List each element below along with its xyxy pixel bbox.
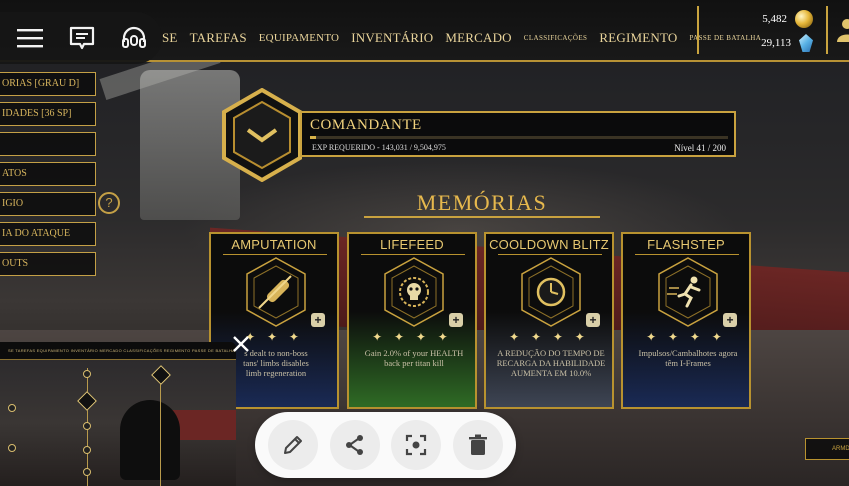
nav-item[interactable]: CLASSIFICAÇÕES — [524, 34, 588, 42]
memory-card-description: A REDUÇÃO DO TEMPO DE RECARGA DA HABILID… — [492, 348, 610, 378]
memories-title: MEMÓRIAS — [416, 190, 548, 215]
rank-badge-icon — [222, 88, 302, 182]
top-bar-divider — [697, 6, 699, 54]
desc-line: back per titan kill — [384, 358, 444, 368]
upgrade-plus-button[interactable]: + — [723, 313, 737, 327]
left-toolbar — [0, 12, 162, 64]
card-name-divider — [635, 254, 739, 255]
running-figure-icon — [658, 257, 718, 327]
memory-card-flashstep[interactable]: FLASHSTEP + ✦ ✦ ✦ ✦ Impulsos/Cambalhotes… — [621, 232, 751, 409]
exp-progress-fill — [310, 136, 317, 139]
share-icon — [345, 435, 363, 455]
gold-counter: 5,482 — [723, 10, 813, 28]
gold-amount: 5,482 — [762, 13, 787, 25]
memory-card-name: FLASHSTEP — [647, 237, 725, 252]
gold-coin-icon — [795, 10, 813, 28]
side-menu-item[interactable]: ORIAS [GRAU D] — [0, 72, 96, 96]
gem-icon — [799, 34, 813, 52]
desc-line: Gain 2.0% of your HEALTH — [364, 348, 464, 358]
memory-card-name: AMPUTATION — [231, 237, 317, 252]
side-menu-item[interactable]: IGIO — [0, 192, 96, 216]
commander-panel: COMANDANTE EXP REQUERIDO - 143,031 / 9,5… — [300, 111, 736, 157]
upgrade-plus-button[interactable]: + — [311, 313, 325, 327]
share-button[interactable] — [329, 420, 380, 470]
nav-item[interactable]: SE — [162, 30, 178, 46]
side-menu-item[interactable]: IDADES [36 SP] — [0, 102, 96, 126]
level-label: Nível 41 / 200 — [674, 143, 726, 153]
thumbnail-scene — [0, 360, 236, 486]
memory-card-description: Gain 2.0% of your HEALTH back per titan … — [355, 348, 473, 368]
skill-node-major — [77, 391, 97, 411]
skill-node — [83, 422, 91, 430]
memory-card-name: LIFEFEED — [380, 237, 444, 252]
skill-node — [8, 444, 16, 452]
nav-item[interactable]: INVENTÁRIO — [351, 30, 433, 46]
side-menu: ORIAS [GRAU D] IDADES [36 SP] ATOS IGIO IA D… — [0, 72, 96, 282]
desc-line: AUMENTA EM 10.0% — [510, 368, 592, 378]
trash-icon — [468, 434, 487, 455]
desc-line: Impulsos/Cambalhotes agora — [638, 348, 738, 358]
clock-icon — [521, 257, 581, 327]
nav-item[interactable]: TAREFAS — [190, 30, 247, 46]
delete-button[interactable] — [452, 420, 503, 470]
scroll-sword-icon — [246, 257, 306, 327]
edit-button[interactable] — [268, 420, 318, 470]
close-icon[interactable] — [229, 332, 253, 356]
screenshot-action-bar — [255, 412, 516, 478]
feedback-button[interactable] — [68, 24, 96, 52]
card-name-divider — [223, 254, 327, 255]
thumbnail-topbar: SE TAREFAS EQUIPAMENTO INVENTÁRIO MERCAD… — [0, 342, 236, 360]
skill-node — [83, 446, 91, 454]
skill-node-major — [151, 365, 171, 385]
exp-required-label: EXP REQUERIDO - 143,031 / 9,504,975 — [312, 143, 446, 152]
side-menu-item[interactable]: IA DO ATAQUE — [0, 222, 96, 246]
memory-stars: ✦ ✦ ✦ ✦ — [372, 330, 452, 344]
card-name-divider — [498, 254, 602, 255]
right-edge-button[interactable]: ARMD — [805, 438, 849, 460]
side-menu-item[interactable]: OUTS — [0, 252, 96, 276]
skill-node — [8, 404, 16, 412]
skill-tree-line — [160, 368, 161, 486]
exp-progress-bar — [310, 136, 728, 139]
thumbnail-nav-text: SE TAREFAS EQUIPAMENTO INVENTÁRIO MERCAD… — [8, 348, 236, 353]
gem-counter: 29,113 — [723, 34, 813, 52]
hamburger-menu-button[interactable] — [16, 24, 44, 52]
nav-item[interactable]: MERCADO — [445, 30, 511, 46]
headset-icon — [122, 26, 146, 48]
memory-stars: ✦ ✦ ✦ ✦ — [509, 330, 589, 344]
thumbnail-character — [120, 400, 180, 480]
desc-line: RECARGA DA HABILIDADE — [496, 358, 606, 368]
skill-node — [83, 370, 91, 378]
side-menu-item[interactable]: ATOS — [0, 162, 96, 186]
desc-line: A REDUÇÃO DO TEMPO DE — [497, 348, 605, 358]
memory-card-name: COOLDOWN BLITZ — [489, 237, 609, 252]
memories-title-underline — [364, 216, 600, 218]
hamburger-menu-icon — [17, 29, 43, 48]
nav-item[interactable]: REGIMENTO — [599, 30, 677, 46]
headset-button[interactable] — [120, 24, 148, 52]
profile-icon[interactable] — [833, 16, 849, 44]
help-button[interactable]: ? — [98, 192, 120, 214]
nav-item[interactable]: EQUIPAMENTO — [259, 32, 339, 44]
top-bar-divider-right — [826, 6, 828, 54]
card-name-divider — [361, 254, 465, 255]
memory-card-cooldown-blitz[interactable]: COOLDOWN BLITZ + ✦ ✦ ✦ ✦ A REDUÇÃO DO TE… — [484, 232, 614, 409]
upgrade-plus-button[interactable]: + — [449, 313, 463, 327]
desc-line: têm I-Frames — [665, 358, 711, 368]
memory-card-description: Impulsos/Cambalhotes agora têm I-Frames — [629, 348, 747, 368]
skull-sun-icon — [384, 257, 444, 327]
chat-feedback-icon — [69, 26, 95, 50]
pencil-icon — [284, 436, 302, 454]
memory-card-lifefeed[interactable]: LIFEFEED + ✦ ✦ ✦ ✦ Gain 2.0% of your HEA… — [347, 232, 477, 409]
lens-scan-icon — [406, 434, 427, 456]
gem-amount: 29,113 — [761, 37, 791, 49]
screenshot-thumbnail[interactable]: SE TAREFAS EQUIPAMENTO INVENTÁRIO MERCAD… — [0, 342, 236, 486]
skill-node — [83, 468, 91, 476]
commander-name: COMANDANTE — [310, 117, 422, 133]
side-menu-item[interactable] — [0, 132, 96, 156]
top-nav: SE TAREFAS EQUIPAMENTO INVENTÁRIO MERCADO CLA… — [162, 30, 761, 46]
lens-button[interactable] — [391, 420, 442, 470]
upgrade-plus-button[interactable]: + — [586, 313, 600, 327]
memory-stars: ✦ ✦ ✦ ✦ — [646, 330, 726, 344]
